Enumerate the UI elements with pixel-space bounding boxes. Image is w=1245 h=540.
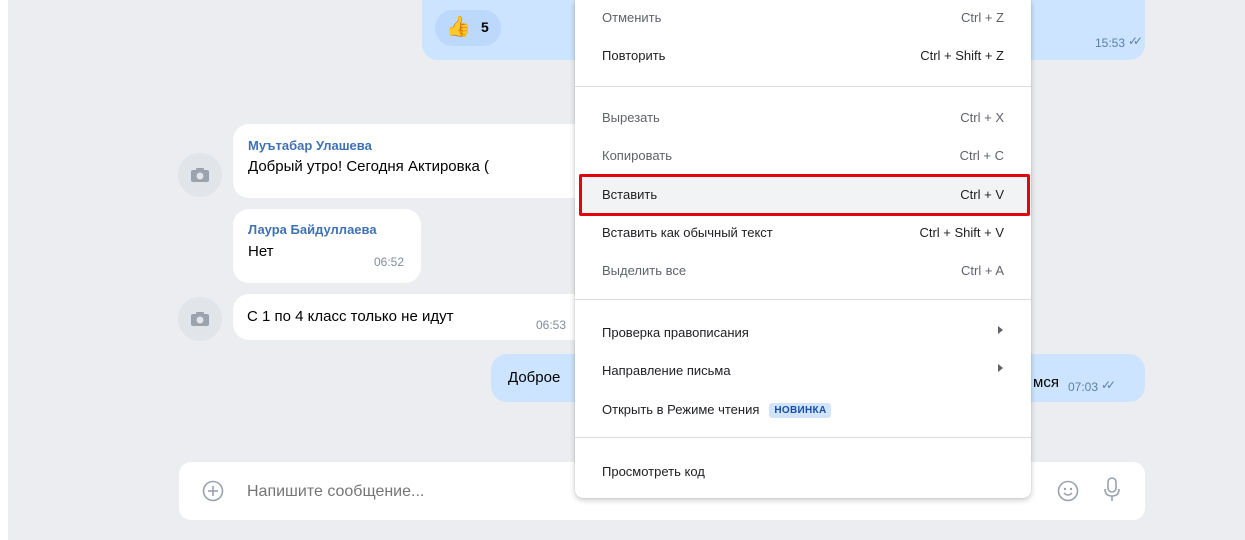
message-text: Нет	[248, 243, 274, 260]
message-sender[interactable]: Муътабар Улашева	[248, 138, 372, 153]
message-time: 07:03	[1068, 380, 1099, 394]
microphone-icon[interactable]	[1103, 477, 1121, 503]
menu-item-writing-direction[interactable]: Направление письма	[575, 353, 1031, 389]
menu-item-redo[interactable]: Повторить Ctrl + Shift + Z	[575, 38, 1031, 74]
message-text: Доброе	[508, 369, 561, 386]
read-checkmarks-icon: ✓✓	[1128, 34, 1143, 48]
message-time: 06:52	[374, 255, 405, 269]
menu-item-label: Вставить как обычный текст	[602, 225, 773, 240]
menu-item-shortcut: Ctrl + C	[959, 148, 1004, 163]
menu-item-reading-mode[interactable]: Открыть в Режиме чтения НОВИНКА	[575, 392, 1031, 428]
message-text: С 1 по 4 класс только не идут	[247, 308, 454, 325]
menu-item-copy[interactable]: Копировать Ctrl + C	[575, 138, 1031, 174]
menu-item-label: Просмотреть код	[602, 464, 705, 479]
menu-item-undo[interactable]: Отменить Ctrl + Z	[575, 0, 1031, 36]
message-sender[interactable]: Лаура Байдуллаева	[248, 222, 377, 237]
menu-item-paste[interactable]: Вставить Ctrl + V	[575, 177, 1031, 213]
menu-item-label: Копировать	[602, 148, 672, 163]
read-checkmarks-icon: ✓✓	[1101, 378, 1116, 392]
menu-item-label: Направление письма	[602, 363, 731, 378]
menu-item-label: Проверка правописания	[602, 325, 749, 340]
menu-item-label: Выделить все	[602, 263, 687, 278]
camera-icon	[191, 312, 209, 326]
reaction-count: 5	[481, 19, 489, 35]
reading-mode-label: Открыть в Режиме чтения	[602, 402, 760, 417]
menu-item-shortcut: Ctrl + Shift + V	[919, 225, 1004, 240]
message-time: 15:53	[1095, 36, 1126, 50]
menu-separator	[575, 86, 1031, 87]
avatar[interactable]	[178, 153, 222, 197]
menu-item-shortcut: Ctrl + Z	[961, 10, 1004, 25]
menu-item-select-all[interactable]: Выделить все Ctrl + A	[575, 253, 1031, 289]
reaction-badge[interactable]: 👍 5	[435, 10, 501, 46]
menu-item-inspect[interactable]: Просмотреть код	[575, 454, 1031, 490]
new-badge: НОВИНКА	[769, 403, 832, 418]
submenu-arrow-icon	[998, 364, 1003, 372]
submenu-arrow-icon	[998, 326, 1003, 334]
menu-item-cut[interactable]: Вырезать Ctrl + X	[575, 100, 1031, 136]
menu-item-shortcut: Ctrl + X	[960, 110, 1004, 125]
message-text: Добрый утро! Сегодня Актировка (	[248, 158, 490, 175]
avatar[interactable]	[178, 297, 222, 341]
message-input[interactable]	[245, 479, 569, 505]
menu-item-spellcheck[interactable]: Проверка правописания	[575, 315, 1031, 351]
menu-item-label: Открыть в Режиме чтения НОВИНКА	[602, 402, 832, 418]
camera-icon	[191, 168, 209, 182]
menu-item-shortcut: Ctrl + V	[960, 187, 1004, 202]
menu-item-shortcut: Ctrl + A	[961, 263, 1004, 278]
menu-item-label: Вставить	[602, 187, 658, 202]
menu-item-label: Вырезать	[602, 110, 660, 125]
menu-item-label: Отменить	[602, 10, 662, 25]
menu-item-shortcut: Ctrl + Shift + Z	[920, 48, 1004, 63]
emoji-icon[interactable]	[1057, 480, 1079, 502]
menu-item-paste-plain[interactable]: Вставить как обычный текст Ctrl + Shift …	[575, 215, 1031, 251]
message-text: мся	[1033, 374, 1059, 391]
add-attachment-icon[interactable]	[202, 480, 224, 502]
menu-item-label: Повторить	[602, 48, 666, 63]
message-time: 06:53	[536, 318, 567, 332]
thumbs-up-icon: 👍	[446, 16, 471, 38]
